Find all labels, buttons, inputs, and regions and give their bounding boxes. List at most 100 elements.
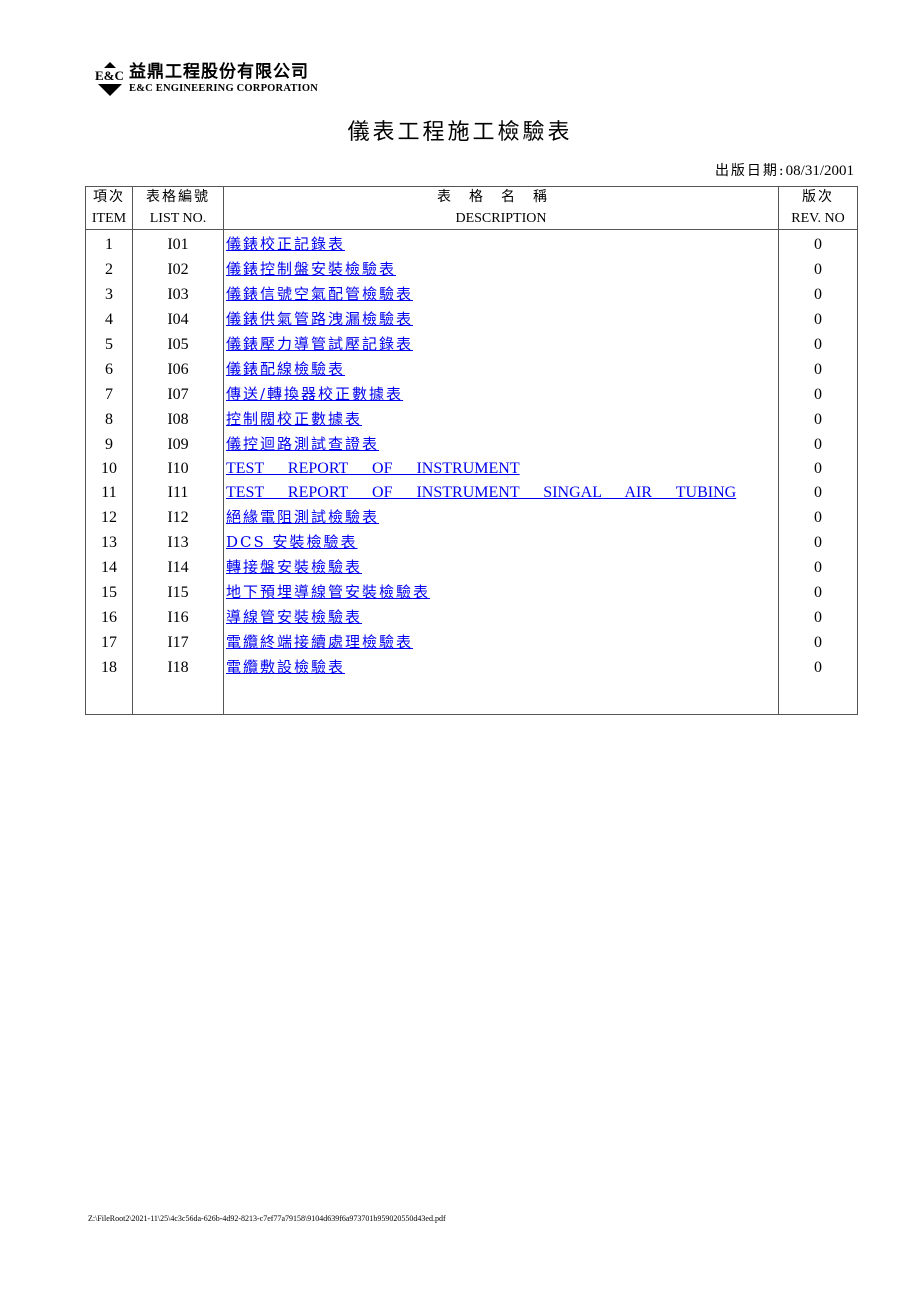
- table-row: 11 I11 TEST REPORT OF INSTRUMENT SINGAL AI…: [85, 481, 858, 506]
- row-item-number: 15: [85, 580, 133, 606]
- empty-cell: [85, 680, 133, 715]
- form-link[interactable]: 導線管安裝檢驗表: [226, 608, 362, 626]
- table-row: 5 I05 儀錶壓力導管試壓記錄表 0: [85, 332, 858, 357]
- publish-date: 出版日期:08/31/2001: [715, 160, 854, 180]
- table-row: 8 I08 控制閥校正數據表 0: [85, 407, 858, 432]
- file-path-footer: Z:\FileRoot2\2021-11\25\4c3c56da-626b-4d…: [88, 1214, 446, 1223]
- form-link[interactable]: 絕緣電阻測試檢驗表: [226, 508, 379, 526]
- empty-cell: [778, 680, 858, 715]
- header-rev-no-cn: 版次: [802, 189, 834, 205]
- row-item-number: 3: [85, 282, 133, 307]
- form-link[interactable]: TEST REPORT OF INSTRUMENT: [226, 460, 520, 477]
- header-description-cn: 表格名稱: [437, 189, 565, 205]
- header-list-no: 表格編號 LIST NO.: [132, 186, 224, 230]
- table-row: 4 I04 儀錶供氣管路洩漏檢驗表 0: [85, 307, 858, 332]
- row-description: 儀錶校正記錄表: [223, 229, 779, 257]
- form-link[interactable]: 電纜敷設檢驗表: [226, 658, 345, 676]
- row-description: 地下預埋導線管安裝檢驗表: [223, 580, 779, 606]
- form-link[interactable]: 轉接盤安裝檢驗表: [226, 558, 362, 576]
- row-list-no: I01: [132, 229, 224, 257]
- form-link[interactable]: DCS 安裝檢驗表: [226, 533, 358, 551]
- form-link[interactable]: 地下預埋導線管安裝檢驗表: [226, 583, 430, 601]
- row-list-no: I14: [132, 555, 224, 581]
- form-link[interactable]: 傳送/轉換器校正數據表: [226, 385, 403, 403]
- form-link[interactable]: 儀控迴路測試查證表: [226, 435, 379, 453]
- row-description: 儀錶壓力導管試壓記錄表: [223, 332, 779, 357]
- row-item-number: 7: [85, 382, 133, 407]
- header-item: 項次 ITEM: [85, 186, 133, 230]
- empty-cell: [223, 680, 779, 715]
- row-description: DCS 安裝檢驗表: [223, 530, 779, 556]
- row-list-no: I15: [132, 580, 224, 606]
- row-item-number: 13: [85, 530, 133, 556]
- table-row: 15 I15 地下預埋導線管安裝檢驗表 0: [85, 580, 858, 606]
- row-item-number: 6: [85, 357, 133, 382]
- form-link[interactable]: 儀錶配線檢驗表: [226, 360, 345, 378]
- table-row: 7 I07 傳送/轉換器校正數據表 0: [85, 382, 858, 407]
- publish-date-label: 出版日期:: [714, 163, 786, 179]
- row-rev-no: 0: [778, 630, 858, 656]
- row-rev-no: 0: [778, 432, 858, 457]
- row-description: 儀錶供氣管路洩漏檢驗表: [223, 307, 779, 332]
- row-rev-no: 0: [778, 555, 858, 581]
- form-link[interactable]: 儀錶控制盤安裝檢驗表: [226, 260, 396, 278]
- form-link[interactable]: 電纜終端接續處理檢驗表: [226, 633, 413, 651]
- header-item-cn: 項次: [93, 189, 125, 205]
- company-logo: E&C 益鼎工程股份有限公司 E&C ENGINEERING CORPORATI…: [93, 60, 333, 100]
- table-row: 3 I03 儀錶信號空氣配管檢驗表 0: [85, 282, 858, 307]
- row-description: 電纜終端接續處理檢驗表: [223, 630, 779, 656]
- row-rev-no: 0: [778, 580, 858, 606]
- form-link[interactable]: 儀錶信號空氣配管檢驗表: [226, 285, 413, 303]
- row-list-no: I11: [132, 481, 224, 506]
- row-rev-no: 0: [778, 457, 858, 482]
- header-rev-no-en: REV. NO: [791, 211, 845, 226]
- row-list-no: I09: [132, 432, 224, 457]
- row-list-no: I02: [132, 257, 224, 282]
- row-item-number: 5: [85, 332, 133, 357]
- table-row: 6 I06 儀錶配線檢驗表 0: [85, 357, 858, 382]
- company-name-en: E&C ENGINEERING CORPORATION: [129, 83, 318, 94]
- form-link[interactable]: 儀錶校正記錄表: [226, 235, 345, 253]
- row-description: 控制閥校正數據表: [223, 407, 779, 432]
- table-row: 10 I10 TEST REPORT OF INSTRUMENT 0: [85, 457, 858, 482]
- row-item-number: 2: [85, 257, 133, 282]
- form-link[interactable]: 儀錶壓力導管試壓記錄表: [226, 335, 413, 353]
- row-description: 儀錶控制盤安裝檢驗表: [223, 257, 779, 282]
- form-link[interactable]: 控制閥校正數據表: [226, 410, 362, 428]
- row-item-number: 17: [85, 630, 133, 656]
- header-description: 表格名稱 DESCRIPTION: [223, 186, 779, 230]
- page-title: 儀表工程施工檢驗表: [347, 120, 573, 145]
- header-rev-no: 版次 REV. NO: [778, 186, 858, 230]
- row-item-number: 14: [85, 555, 133, 581]
- row-list-no: I10: [132, 457, 224, 482]
- row-list-no: I13: [132, 530, 224, 556]
- table-row: 18 I18 電纜敷設檢驗表 0: [85, 655, 858, 681]
- row-list-no: I07: [132, 382, 224, 407]
- row-description: 電纜敷設檢驗表: [223, 655, 779, 681]
- row-item-number: 10: [85, 457, 133, 482]
- row-list-no: I06: [132, 357, 224, 382]
- row-rev-no: 0: [778, 530, 858, 556]
- form-link[interactable]: 儀錶供氣管路洩漏檢驗表: [226, 310, 413, 328]
- row-rev-no: 0: [778, 505, 858, 531]
- row-list-no: I08: [132, 407, 224, 432]
- row-list-no: I03: [132, 282, 224, 307]
- table-row: 16 I16 導線管安裝檢驗表 0: [85, 605, 858, 631]
- row-list-no: I04: [132, 307, 224, 332]
- row-item-number: 4: [85, 307, 133, 332]
- row-list-no: I05: [132, 332, 224, 357]
- row-rev-no: 0: [778, 229, 858, 257]
- header-description-en: DESCRIPTION: [455, 211, 547, 226]
- row-item-number: 16: [85, 605, 133, 631]
- row-rev-no: 0: [778, 257, 858, 282]
- row-rev-no: 0: [778, 307, 858, 332]
- table-header-row: 項次 ITEM 表格編號 LIST NO. 表格名稱 DESCRIPTION 版…: [85, 186, 858, 230]
- row-list-no: I18: [132, 655, 224, 681]
- logo-mark: E&C: [94, 68, 125, 83]
- row-description: 絕緣電阻測試檢驗表: [223, 505, 779, 531]
- row-description: 導線管安裝檢驗表: [223, 605, 779, 631]
- row-list-no: I17: [132, 630, 224, 656]
- table-row: 9 I09 儀控迴路測試查證表 0: [85, 432, 858, 457]
- form-link[interactable]: TEST REPORT OF INSTRUMENT SINGAL AIR TUB…: [226, 484, 736, 501]
- row-rev-no: 0: [778, 481, 858, 506]
